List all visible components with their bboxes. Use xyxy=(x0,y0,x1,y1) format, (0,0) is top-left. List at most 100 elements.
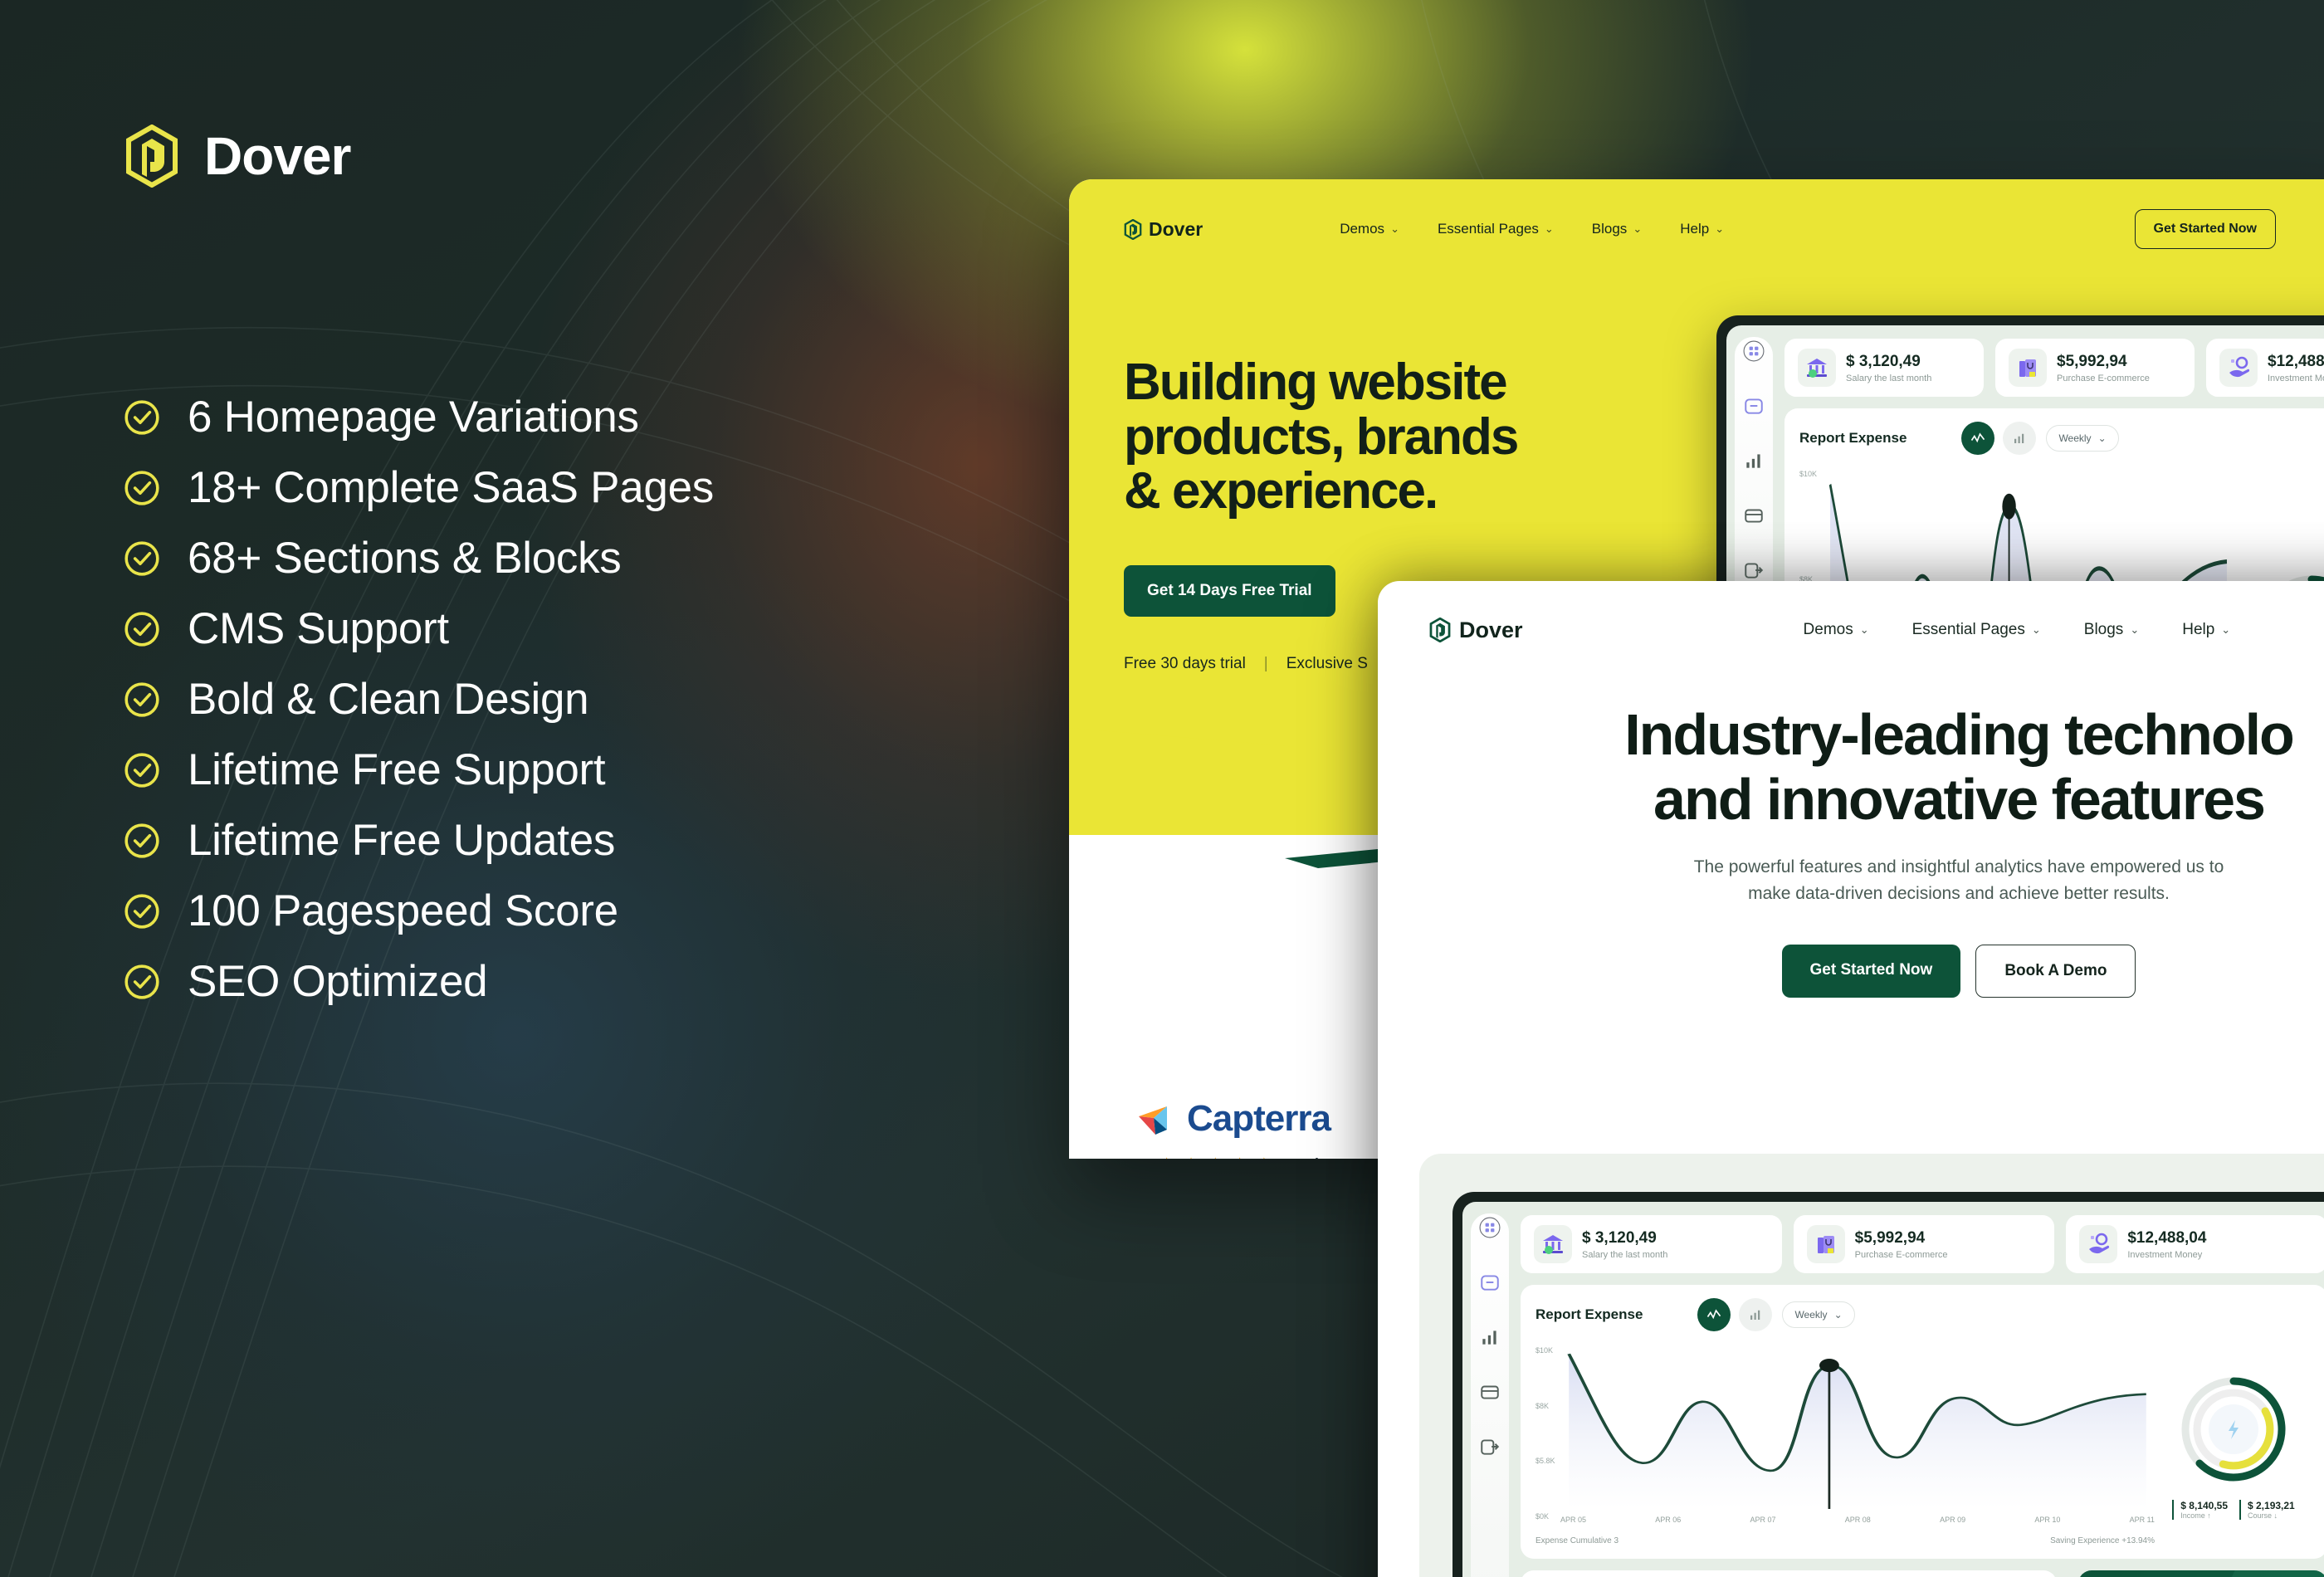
nav-item-blogs[interactable]: Blogs ⌄ xyxy=(2084,621,2139,639)
mockup1-navbar: Dover Demos ⌄ Essential Pages ⌄ Blogs ⌄ Hel… xyxy=(1069,179,2324,279)
star-icon: ★ xyxy=(1230,1153,1249,1159)
dashboard-sidebar xyxy=(1462,1202,1517,1577)
list-item: SEO Optimized xyxy=(123,946,714,1017)
card-icon[interactable] xyxy=(1743,505,1765,526)
mockup1-headline: Building website products, brands & expe… xyxy=(1124,355,1655,519)
stat-card: $ 3,120,49 Salary the last month xyxy=(1784,339,1984,397)
chevron-down-icon: ⌄ xyxy=(2130,623,2140,636)
savings-gauge: $ 8,140,55 Income ↑ $ 2,193,21 Course ↓ xyxy=(2155,1341,2312,1545)
check-circle-icon xyxy=(124,964,159,999)
chart-footer-right: Saving Experience +13.94% xyxy=(2050,1536,2155,1545)
paragraph-line-2: make data-driven decisions and achieve b… xyxy=(1748,884,2170,904)
check-circle-icon xyxy=(124,893,159,929)
dashboard-stats-row: $ 3,120,49 Salary the last month $5,992,9… xyxy=(1784,339,2324,397)
mockup1-brand[interactable]: Dover xyxy=(1124,218,1203,241)
chevron-down-icon: ⌄ xyxy=(1715,222,1725,235)
get-started-now-button[interactable]: Get Started Now xyxy=(2134,209,2276,249)
capterra-score: 4.7/5 xyxy=(1291,1156,1327,1159)
line-chart-icon[interactable] xyxy=(1961,422,1995,455)
paragraph-line-1: The powerful features and insightful ana… xyxy=(1693,857,2224,876)
check-circle-icon xyxy=(124,540,159,576)
payment-transactions-card: Payment Transactions ••• $2,193,21 This … xyxy=(1521,1570,2057,1577)
logout-icon[interactable] xyxy=(1479,1436,1501,1457)
chevron-down-icon: ⌄ xyxy=(2221,623,2231,636)
list-item: Lifetime Free Updates xyxy=(123,805,714,876)
check-circle-icon xyxy=(124,823,159,858)
headline-line-2: products, brands xyxy=(1124,408,1519,466)
check-circle-icon xyxy=(124,399,159,435)
list-item: Bold & Clean Design xyxy=(123,664,714,735)
report-expense-card: Report Expense Weekly ⌄ $10K $8K $5.8K $… xyxy=(1521,1285,2324,1559)
check-circle-icon xyxy=(124,752,159,788)
headline-line-3: & experience. xyxy=(1124,462,1438,520)
mockup2-navbar: Dover Demos ⌄ Essential Pages ⌄ Blogs ⌄ Hel… xyxy=(1378,581,2324,679)
analytics-bars-icon[interactable] xyxy=(1479,1326,1501,1348)
star-icon: ★ xyxy=(1181,1153,1200,1159)
chart-x-axis: APR 05 APR 06 APR 07 APR 08 APR 09 APR 1… xyxy=(1560,1516,2155,1524)
mockup2-brand[interactable]: Dover xyxy=(1429,618,1523,643)
nav-item-demos[interactable]: Demos ⌄ xyxy=(1804,621,1869,639)
nav-item-essential-pages[interactable]: Essential Pages ⌄ xyxy=(1912,621,2041,639)
dashboard-grid-icon[interactable] xyxy=(1743,340,1765,362)
dashboard-grid-icon[interactable] xyxy=(1479,1217,1501,1238)
stat-caption: Salary the last month xyxy=(1582,1249,1668,1260)
capterra-label: Capterra xyxy=(1187,1098,1331,1139)
chevron-down-icon: ⌄ xyxy=(1833,1309,1843,1321)
stat-value: $ 3,120,49 xyxy=(1582,1228,1657,1247)
free-trial-button[interactable]: Get 14 Days Free Trial xyxy=(1124,565,1335,618)
card-icon[interactable] xyxy=(1479,1381,1501,1403)
wallet-icon[interactable] xyxy=(1743,395,1765,417)
range-selector[interactable]: Weekly ⌄ xyxy=(2046,425,2119,452)
trial-note: Free 30 days trial xyxy=(1124,655,1246,673)
bar-chart-icon[interactable] xyxy=(1739,1298,1773,1331)
stat-card: $12,488,04 Investment Money xyxy=(2206,339,2324,397)
left-feature-panel: Dover 6 Homepage Variations 18+ Complete… xyxy=(0,0,1071,1577)
mockup2-paragraph: The powerful features and insightful ana… xyxy=(1378,854,2324,908)
star-icon: ★ xyxy=(1254,1153,1273,1159)
stat-card: $ 3,120,49 Salary the last month xyxy=(1521,1215,1782,1273)
logout-icon[interactable] xyxy=(1743,559,1765,581)
range-selector[interactable]: Weekly ⌄ xyxy=(1782,1301,1855,1328)
nav-item-help[interactable]: Help ⌄ xyxy=(1680,221,1724,237)
nav-item-essential-pages[interactable]: Essential Pages ⌄ xyxy=(1438,221,1554,237)
list-item: Lifetime Free Support xyxy=(123,735,714,805)
get-started-now-button[interactable]: Get Started Now xyxy=(1781,944,1961,998)
line-chart-icon[interactable] xyxy=(1697,1298,1731,1331)
check-circle-icon xyxy=(124,681,159,717)
divider: | xyxy=(1263,655,1268,673)
chevron-down-icon: ⌄ xyxy=(2097,432,2107,444)
wallet-icon[interactable] xyxy=(1479,1272,1501,1293)
mockup2-menu: Demos ⌄ Essential Pages ⌄ Blogs ⌄ Help ⌄ xyxy=(1804,621,2231,639)
headline-line-1: Building website xyxy=(1124,354,1508,411)
nav-item-blogs[interactable]: Blogs ⌄ xyxy=(1592,221,1642,237)
feature-label: SEO Optimized xyxy=(188,957,488,1006)
report-title: Report Expense xyxy=(1536,1306,1643,1322)
bar-chart-icon[interactable] xyxy=(2003,422,2037,455)
white-website-mockup: Dover Demos ⌄ Essential Pages ⌄ Blogs ⌄ Hel… xyxy=(1378,581,2324,1577)
chevron-down-icon: ⌄ xyxy=(1859,623,1869,636)
check-circle-icon xyxy=(124,611,159,647)
shopping-bag-icon xyxy=(1806,1225,1845,1263)
dover-hexagon-logo-icon xyxy=(1124,218,1142,240)
star-icon: ★ xyxy=(1157,1153,1176,1159)
capterra-logo-icon xyxy=(1139,1106,1167,1135)
stat-value: $5,992,94 xyxy=(1854,1228,1926,1247)
nav-item-demos[interactable]: Demos ⌄ xyxy=(1340,221,1399,237)
analytics-bars-icon[interactable] xyxy=(1743,450,1765,471)
dover-hexagon-logo-icon xyxy=(1429,618,1451,642)
feature-label: 6 Homepage Variations xyxy=(188,393,639,442)
dover-hexagon-logo-icon xyxy=(126,124,178,188)
nav-item-help[interactable]: Help ⌄ xyxy=(2182,621,2230,639)
list-item: CMS Support xyxy=(123,593,714,664)
stat-caption: Purchase E-commerce xyxy=(1854,1249,1948,1260)
feature-label: 18+ Complete SaaS Pages xyxy=(188,463,714,512)
list-item: 6 Homepage Variations xyxy=(123,382,714,452)
exclusive-note: Exclusive S xyxy=(1286,655,1368,673)
mockup2-dashboard-panel: $ 3,120,49 Salary the last month $5,992,9… xyxy=(1419,1154,2324,1577)
stat-card: $12,488,04 Investment Money xyxy=(2066,1215,2324,1273)
book-a-demo-button[interactable]: Book A Demo xyxy=(1975,944,2136,998)
stat-value: $ 3,120,49 xyxy=(1846,352,1921,370)
chevron-down-icon: ⌄ xyxy=(1633,222,1643,235)
hand-coin-icon xyxy=(2079,1225,2118,1263)
star-icon: ★ xyxy=(1206,1153,1225,1159)
